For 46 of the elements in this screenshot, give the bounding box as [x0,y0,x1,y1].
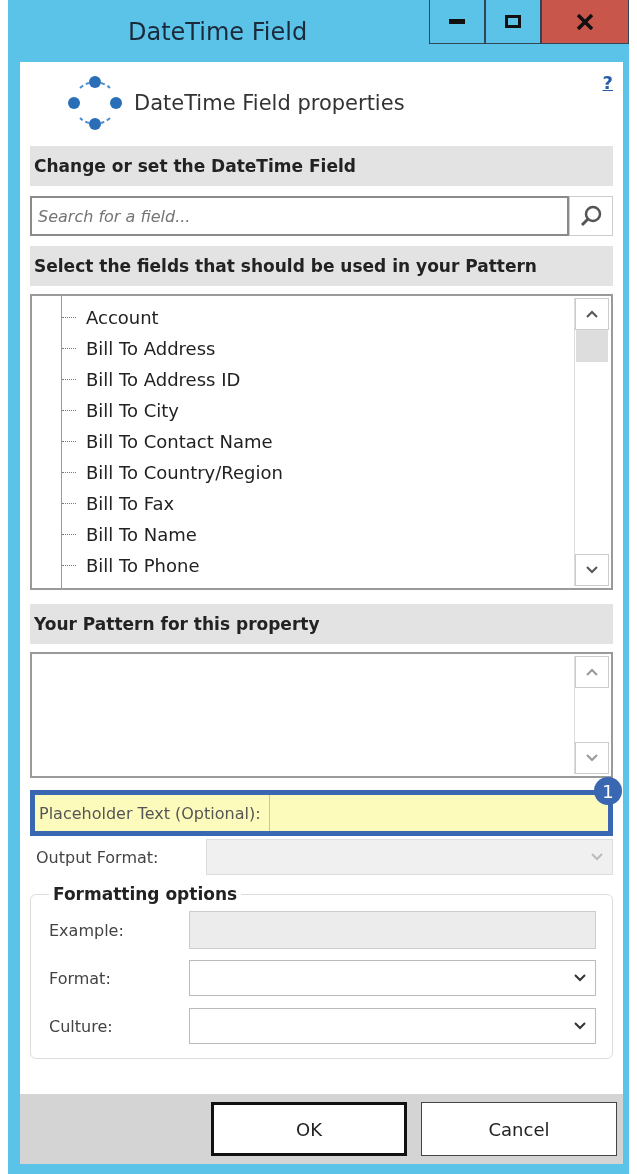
field-label: Output Format: [35,847,160,867]
search-field[interactable]: Search for a field... [30,196,569,236]
tree-item[interactable]: Bill To City [86,400,180,421]
field-label: Example: [49,920,125,940]
field-label: Culture: [49,1016,114,1036]
tree-item[interactable]: Bill To Phone [86,555,200,576]
dropdown[interactable] [189,960,596,996]
tree-item[interactable]: Bill To Address ID [86,369,241,390]
caret-icon [590,852,604,862]
window-title: DateTime Field [128,18,309,46]
dialog-button[interactable]: OK [211,1102,407,1156]
field-label: Placeholder Text (Optional): [35,795,270,831]
tree-item[interactable]: Bill To Address [86,338,216,359]
section-header: Select the fields that should be used in your Pattern [30,246,613,286]
maximize-icon [505,15,521,28]
tree-item[interactable]: Bill To Name [86,524,197,545]
dialog-heading: DateTime Field properties [134,91,406,115]
scroll-thumb[interactable] [576,330,608,362]
dropdown[interactable] [189,1008,596,1044]
dialog-button[interactable]: Cancel [421,1102,617,1156]
callout-badge: 1 [594,777,622,805]
search-button[interactable] [569,196,613,236]
minimize-icon [449,19,465,24]
caret-icon [573,973,587,983]
logo-icon [66,74,124,132]
section-header: Your Pattern for this property [30,604,613,644]
search-icon [579,204,603,228]
scrollbar[interactable] [574,298,609,586]
section-header: Change or set the DateTime Field [30,146,613,186]
pattern-field[interactable] [30,652,613,778]
tree-item[interactable]: Account [86,307,159,328]
close-button[interactable] [541,0,629,44]
caret-icon [573,1021,587,1031]
caret-icon [585,309,599,319]
caret-icon [585,565,599,575]
tree-item[interactable]: Bill To Contact Name [86,431,273,452]
caret-icon [585,667,599,677]
minimize-button[interactable] [429,0,485,44]
tree-item[interactable]: Bill To Fax [86,493,175,514]
close-icon [577,13,593,30]
maximize-button[interactable] [485,0,541,44]
help-link[interactable]: ? [602,72,613,93]
field-label: Format: [49,968,112,988]
group-title: Formatting options [52,884,239,904]
caret-icon [585,753,599,763]
tree-item[interactable]: Bill To Country/Region [86,462,283,483]
